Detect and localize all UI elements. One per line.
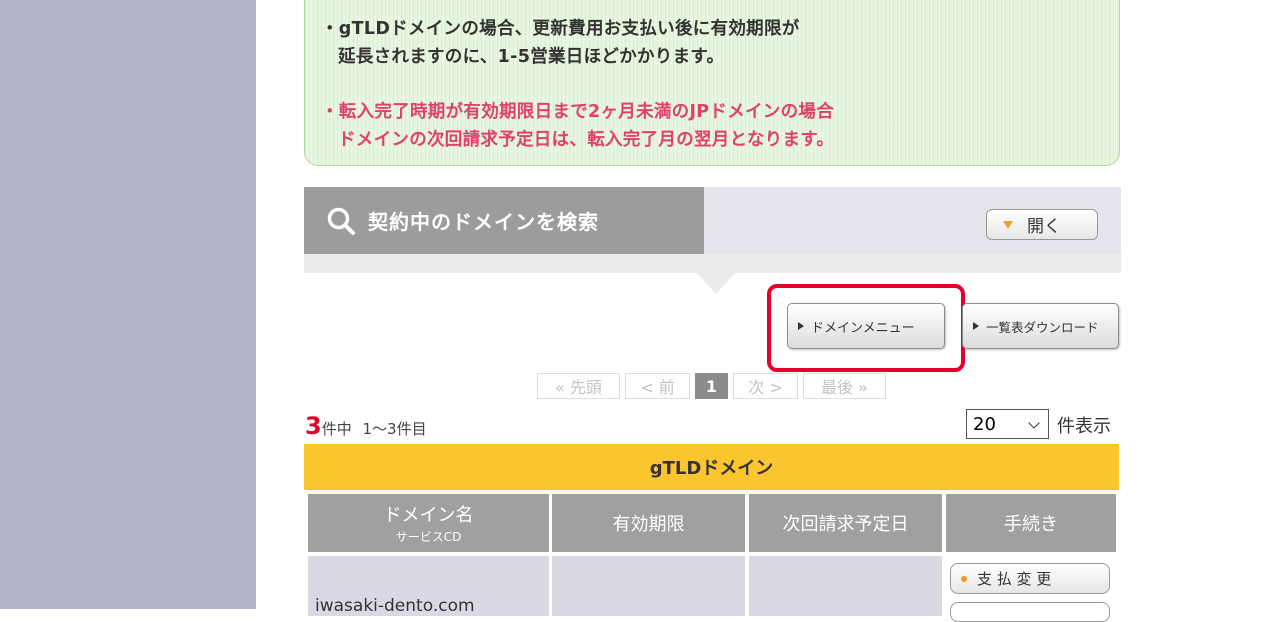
result-range: 1〜3件目: [362, 420, 427, 438]
column-header-procedure: 手続き: [946, 494, 1116, 552]
change-payment-label: 支 払 変 更: [977, 570, 1052, 588]
panel-pointer: [697, 273, 735, 294]
play-arrow-icon: [973, 322, 979, 330]
bullet-icon: [959, 573, 969, 584]
column-header-next-billing[interactable]: 次回請求予定日: [749, 494, 942, 552]
left-sidebar: [0, 0, 256, 609]
table-title: gTLDドメイン: [304, 444, 1119, 490]
pager-last: 最後 »: [803, 373, 886, 399]
domain-menu-button[interactable]: ドメインメニュー: [787, 303, 945, 349]
column-header-domain-sub: サービスCD: [395, 530, 462, 544]
result-count: 3件中 1〜3件目: [305, 412, 427, 440]
notice-line-warning: ドメインの次回請求予定日は、転入完了月の翌月となります。: [338, 130, 835, 150]
download-list-label: 一覧表ダウンロード: [986, 319, 1099, 335]
column-header-expiry-label: 有効期限: [612, 514, 685, 535]
table-cell-expiry: [552, 556, 745, 616]
chevron-down-icon: [1028, 417, 1040, 429]
open-search-label: 開く: [1027, 217, 1061, 237]
search-title: 契約中のドメインを検索: [368, 210, 599, 234]
result-total-suffix: 件中: [321, 420, 352, 438]
pager-current-page[interactable]: 1: [695, 373, 728, 399]
result-total: 3: [305, 412, 322, 440]
column-header-procedure-label: 手続き: [1004, 514, 1058, 535]
search-icon: [327, 207, 355, 235]
notice-box: ・gTLDドメインの場合、更新費用お支払い後に有効期限が 延長されますのに、1-…: [304, 0, 1120, 166]
download-list-button[interactable]: 一覧表ダウンロード: [962, 303, 1119, 349]
column-header-domain[interactable]: ドメイン名 サービスCD: [308, 494, 549, 552]
search-header[interactable]: 契約中のドメインを検索: [304, 187, 704, 254]
domain-name[interactable]: iwasaki-dento.com: [315, 596, 475, 616]
domain-menu-label: ドメインメニュー: [811, 320, 915, 336]
procedure-button[interactable]: [950, 602, 1110, 622]
search-panel-footer: [304, 254, 1121, 273]
pager-prev: < 前: [625, 373, 690, 399]
notice-line: ・gTLDドメインの場合、更新費用お支払い後に有効期限が: [321, 19, 800, 39]
search-panel: 契約中のドメインを検索 開く: [304, 187, 1121, 273]
pager-next: 次 >: [733, 373, 798, 399]
column-header-next-billing-label: 次回請求予定日: [782, 514, 909, 535]
table-cell-next-billing: [749, 556, 942, 616]
open-search-button[interactable]: 開く: [986, 209, 1098, 240]
column-header-domain-label: ドメイン名: [383, 505, 474, 526]
notice-line-warning: ・転入完了時期が有効期限日まで2ヶ月未満のJPドメインの場合: [321, 102, 835, 122]
change-payment-button[interactable]: 支 払 変 更: [950, 563, 1110, 594]
notice-line: 延長されますのに、1-5営業日ほどかかります。: [338, 47, 725, 67]
pager-first: « 先頭: [537, 373, 620, 399]
per-page-label: 件表示: [1057, 416, 1111, 437]
per-page-select[interactable]: 20: [966, 409, 1049, 439]
per-page-value: 20: [973, 413, 996, 435]
play-arrow-icon: [798, 322, 804, 330]
caret-down-icon: [1003, 220, 1013, 229]
column-header-expiry[interactable]: 有効期限: [552, 494, 745, 552]
